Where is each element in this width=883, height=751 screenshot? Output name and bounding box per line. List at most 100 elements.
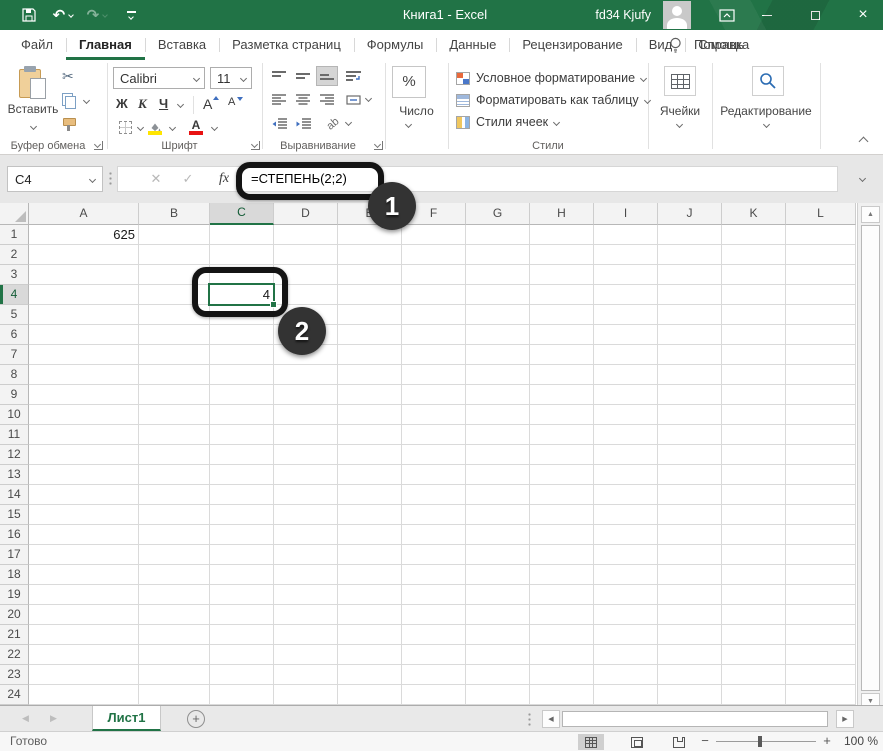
zoom-slider-thumb[interactable] <box>758 736 762 747</box>
row-header-5[interactable]: 5 <box>0 305 29 325</box>
merge-center-button[interactable] <box>342 90 364 110</box>
zoom-level[interactable]: 100 % <box>838 732 878 751</box>
font-name-combo[interactable]: Calibri <box>113 67 205 89</box>
row-header-8[interactable]: 8 <box>0 365 29 385</box>
scroll-left-icon[interactable]: ◀ <box>542 710 560 728</box>
row-header-6[interactable]: 6 <box>0 325 29 345</box>
italic-button[interactable]: К <box>138 96 147 112</box>
fill-color-caret[interactable] <box>168 123 177 132</box>
copy-caret[interactable] <box>82 96 91 105</box>
next-sheet-icon[interactable]: ▶ <box>50 713 57 724</box>
alignment-dialog-launcher[interactable] <box>374 141 383 150</box>
row-header-13[interactable]: 13 <box>0 465 29 485</box>
bold-button[interactable]: Ж <box>116 96 128 111</box>
column-header-K[interactable]: K <box>722 203 786 225</box>
percent-style-button[interactable]: % <box>392 66 426 98</box>
row-header-2[interactable]: 2 <box>0 245 29 265</box>
cells-icon[interactable] <box>664 66 696 96</box>
row-header-4[interactable]: 4 <box>0 285 29 305</box>
vertical-scrollbar[interactable]: ▲ ▼ <box>857 203 883 715</box>
align-right-button[interactable] <box>316 90 338 110</box>
insert-function-icon[interactable]: fx <box>212 166 236 192</box>
column-header-I[interactable]: I <box>594 203 658 225</box>
align-bottom-button[interactable] <box>316 66 338 86</box>
column-header-A[interactable]: A <box>29 203 139 225</box>
styles-item-1[interactable]: Форматировать как таблицу <box>456 90 651 110</box>
column-header-G[interactable]: G <box>466 203 530 225</box>
font-size-combo[interactable]: 11 <box>210 67 252 89</box>
format-painter-icon[interactable] <box>62 117 76 131</box>
undo-button[interactable]: ↶ <box>48 0 78 30</box>
lightbulb-icon[interactable] <box>668 37 683 59</box>
column-header-H[interactable]: H <box>530 203 594 225</box>
row-header-15[interactable]: 15 <box>0 505 29 525</box>
sheet-tab[interactable]: Лист1 <box>92 706 161 731</box>
user-name[interactable]: fd34 Kjufy <box>595 0 651 30</box>
column-header-C[interactable]: C <box>210 203 274 225</box>
customize-quick-access-icon[interactable] <box>120 0 142 30</box>
menu-tab-2[interactable]: Вставка <box>144 30 219 60</box>
zoom-slider-track[interactable] <box>716 741 816 742</box>
cells-area[interactable] <box>29 225 856 705</box>
font-color-caret[interactable] <box>210 123 219 132</box>
row-header-21[interactable]: 21 <box>0 625 29 645</box>
zoom-out-icon[interactable]: − <box>698 732 712 751</box>
row-header-7[interactable]: 7 <box>0 345 29 365</box>
row-header-11[interactable]: 11 <box>0 425 29 445</box>
merge-caret[interactable] <box>364 94 373 103</box>
column-header-B[interactable]: B <box>139 203 210 225</box>
borders-caret[interactable] <box>136 123 145 132</box>
fill-color-icon[interactable] <box>148 119 164 135</box>
minimize-button[interactable] <box>748 0 786 30</box>
scroll-right-icon[interactable]: ▶ <box>836 710 854 728</box>
vertical-scroll-thumb[interactable] <box>861 225 880 691</box>
increase-indent-button[interactable] <box>292 114 314 134</box>
new-sheet-icon[interactable]: + <box>187 710 205 728</box>
row-header-24[interactable]: 24 <box>0 685 29 705</box>
wrap-text-button[interactable] <box>342 66 364 86</box>
increase-font-button[interactable]: А <box>203 96 212 112</box>
decrease-font-button[interactable]: А <box>228 96 235 108</box>
align-top-button[interactable] <box>268 66 290 86</box>
normal-view-icon[interactable] <box>578 734 604 750</box>
close-button[interactable]: × <box>844 0 882 30</box>
name-box[interactable]: C4 <box>7 166 103 192</box>
row-header-9[interactable]: 9 <box>0 385 29 405</box>
row-header-14[interactable]: 14 <box>0 485 29 505</box>
row-header-16[interactable]: 16 <box>0 525 29 545</box>
menu-tab-4[interactable]: Формулы <box>353 30 437 60</box>
avatar[interactable] <box>663 1 691 29</box>
row-header-3[interactable]: 3 <box>0 265 29 285</box>
maximize-button[interactable] <box>796 0 834 30</box>
number-group-button-label[interactable]: Число <box>385 104 448 118</box>
underline-caret[interactable] <box>176 100 185 109</box>
column-header-L[interactable]: L <box>786 203 856 225</box>
enter-formula-icon[interactable]: ✓ <box>178 166 198 192</box>
borders-icon[interactable] <box>119 121 132 134</box>
row-header-23[interactable]: 23 <box>0 665 29 685</box>
tab-scroll-split-handle[interactable] <box>528 712 531 726</box>
page-layout-view-icon[interactable] <box>624 734 650 750</box>
expand-formula-bar-icon[interactable] <box>858 174 867 183</box>
row-header-10[interactable]: 10 <box>0 405 29 425</box>
row-header-12[interactable]: 12 <box>0 445 29 465</box>
scroll-up-icon[interactable]: ▲ <box>861 206 880 223</box>
font-color-icon[interactable]: А <box>188 118 204 135</box>
cut-icon[interactable]: ✂ <box>62 68 74 85</box>
underline-button[interactable]: Ч <box>159 96 168 111</box>
page-break-view-icon[interactable] <box>666 734 692 750</box>
column-header-D[interactable]: D <box>274 203 338 225</box>
cells-group-button-label[interactable]: Ячейки <box>648 104 712 118</box>
menu-tab-1[interactable]: Главная <box>65 30 145 60</box>
clipboard-dialog-launcher[interactable] <box>94 141 103 150</box>
menu-tab-5[interactable]: Данные <box>436 30 509 60</box>
decrease-indent-button[interactable] <box>268 114 290 134</box>
font-dialog-launcher[interactable] <box>251 141 260 150</box>
editing-caret[interactable] <box>762 120 771 129</box>
number-caret[interactable] <box>404 120 413 129</box>
help-menu-item[interactable]: Помощь <box>694 30 752 60</box>
cancel-formula-icon[interactable]: ✕ <box>146 166 166 192</box>
align-middle-button[interactable] <box>292 66 314 86</box>
column-header-J[interactable]: J <box>658 203 722 225</box>
menu-tab-3[interactable]: Разметка страниц <box>219 30 354 60</box>
